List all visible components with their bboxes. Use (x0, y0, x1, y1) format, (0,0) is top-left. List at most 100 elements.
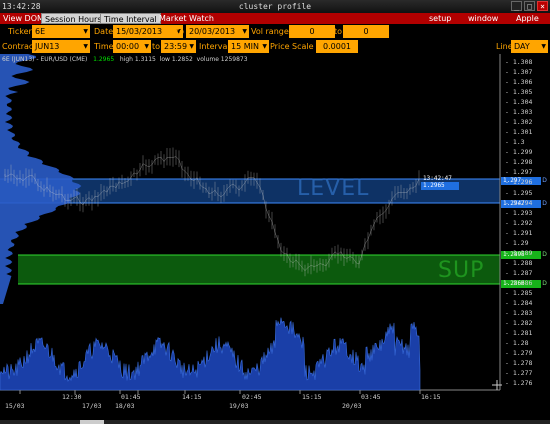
x-label-top: 01:45 (121, 393, 141, 401)
price-axis-label: - 1.305 (505, 88, 533, 97)
sup-top-d-marker[interactable]: D (542, 251, 547, 259)
low-text: low 1.2852 (159, 56, 193, 63)
window-title: cluster profile (238, 2, 312, 11)
price-axis-label: - 1.282 (505, 319, 533, 328)
price-axis-label: - 1.281 (505, 329, 533, 338)
menu-bar: View DOM Session Hours Time Interval Mar… (0, 13, 550, 24)
x-label-top: 03:45 (361, 393, 381, 401)
x-label-bottom: 20/03 (342, 402, 362, 410)
menu-session-hours[interactable]: Session Hours (41, 13, 106, 24)
price-axis-label: - 1.29 (505, 238, 529, 247)
date-to-select[interactable]: 20/03/2013 ▼ (186, 25, 249, 38)
price-axis-label: - 1.296 (505, 178, 533, 187)
date-label: Date (94, 27, 114, 36)
menu-window[interactable]: window (465, 13, 501, 24)
interval-select[interactable]: 15 MIN ▼ (228, 40, 269, 53)
ticker-value: 6E (35, 27, 46, 36)
chevron-down-icon: ▼ (242, 28, 247, 35)
date-to-label: to (176, 27, 185, 36)
volrange-to-input[interactable]: 0 (343, 25, 389, 38)
toolbar-row-2: Contract JUN13 ▼ Time 00:00 ▼ to 23:59 ▼ In… (0, 39, 550, 55)
price-axis-label: - 1.288 (505, 258, 533, 267)
level-band-label: LEVEL (297, 176, 370, 201)
menu-setup[interactable]: setup (426, 13, 454, 24)
price-axis-label: - 1.297 (505, 168, 533, 177)
last-price: 1.2965 (93, 56, 115, 63)
minimize-icon[interactable]: _ (511, 1, 522, 11)
chevron-down-icon: ▼ (83, 43, 88, 50)
chart-area[interactable]: 6E (JUN13) - EUR/USD (CME) 1.2965 high 1… (0, 54, 550, 424)
chevron-down-icon: ▼ (262, 43, 267, 50)
x-label-top: 14:15 (182, 393, 202, 401)
x-label-bottom: 19/03 (229, 402, 249, 410)
price-axis-label: - 1.301 (505, 128, 533, 137)
sup-band (18, 255, 500, 284)
window-controls: _ □ × (511, 1, 548, 11)
price-axis-label: - 1.304 (505, 98, 533, 107)
ticker-select[interactable]: 6E ▼ (32, 25, 90, 38)
volrange-to-label: to (334, 27, 343, 36)
contract-select[interactable]: JUN13 ▼ (32, 40, 90, 53)
price-axis-label: - 1.308 (505, 58, 533, 66)
time-to-label: to (152, 42, 161, 51)
price-axis-label: - 1.295 (505, 188, 533, 197)
x-label-top: 15:15 (302, 393, 322, 401)
time-from-value: 00:00 (116, 42, 140, 51)
chevron-down-icon: ▼ (83, 28, 88, 35)
maximize-icon[interactable]: □ (524, 1, 535, 11)
ticker-label: Ticker (8, 27, 32, 36)
close-icon[interactable]: × (537, 1, 548, 11)
price-axis-label: - 1.307 (505, 68, 533, 77)
menu-apple[interactable]: Apple (513, 13, 542, 24)
sup-bottom-d-marker[interactable]: D (542, 280, 547, 288)
menu-time-interval[interactable]: Time Interval (100, 13, 161, 24)
price-axis-label: - 1.28 (505, 339, 529, 348)
symbol-text: 6E (JUN13) - EUR/USD (CME) (2, 56, 88, 63)
pricescale-label: Price Scale (270, 42, 314, 51)
price-axis-label: - 1.291 (505, 228, 533, 237)
price-axis-label: - 1.286 (505, 278, 533, 287)
time-to-select[interactable]: 23:59 ▼ (161, 40, 196, 53)
pricescale-input[interactable]: 0.0001 (316, 40, 358, 53)
price-axis-label: - 1.289 (505, 248, 533, 257)
price-axis-label: - 1.283 (505, 309, 533, 317)
volrange-label: Vol range (251, 27, 289, 36)
price-axis-label: - 1.277 (505, 369, 533, 378)
scrollbar-thumb[interactable] (80, 420, 104, 424)
volrange-from-input[interactable]: 0 (289, 25, 335, 38)
date-from-select[interactable]: 15/03/2013 ▼ (113, 25, 183, 38)
interval-value: 15 MIN (231, 42, 259, 51)
price-axis-label: - 1.287 (505, 268, 533, 277)
price-axis-label: - 1.302 (505, 118, 533, 127)
price-axis-label: - 1.293 (505, 208, 533, 217)
level-bottom-d-marker[interactable]: D (542, 200, 547, 208)
price-axis-label: - 1.276 (505, 379, 533, 388)
price-axis-label: - 1.303 (505, 108, 533, 117)
sup-band-label: SUP (438, 258, 485, 283)
price-axis-label: - 1.292 (505, 218, 533, 227)
time-from-select[interactable]: 00:00 ▼ (113, 40, 151, 53)
level-top-d-marker[interactable]: D (542, 177, 547, 185)
price-axis-label: - 1.3 (505, 138, 525, 147)
price-axis-label: - 1.299 (505, 148, 533, 157)
x-label-top: 02:45 (242, 393, 262, 401)
horizontal-scrollbar[interactable] (0, 420, 550, 424)
line-select[interactable]: DAY ▼ (511, 40, 548, 53)
x-label-bottom: 15/03 (5, 402, 25, 410)
chevron-down-icon: ▼ (541, 43, 546, 50)
price-timestamp: 13:42:47 (423, 175, 452, 182)
menu-market-watch[interactable]: Market Watch (156, 13, 217, 24)
chart-header: 6E (JUN13) - EUR/USD (CME) 1.2965 high 1… (2, 56, 248, 63)
chart-canvas (0, 54, 502, 394)
price-axis-label: - 1.284 (505, 298, 533, 307)
x-label-bottom: 18/03 (115, 402, 135, 410)
interval-label: Interval (199, 42, 230, 51)
current-price-tag: 1.2965 (421, 182, 459, 190)
price-axis-label: - 1.306 (505, 78, 533, 87)
volume-text: volume 1259873 (196, 56, 248, 63)
date-to-value: 20/03/2013 (189, 27, 236, 36)
price-axis-label: - 1.285 (505, 288, 533, 297)
volume-histogram (0, 317, 421, 391)
menu-view-dom[interactable]: View DOM (0, 13, 47, 24)
toolbar-row-1: Ticker 6E ▼ Date 15/03/2013 ▼ to 20/03/201… (0, 24, 550, 40)
